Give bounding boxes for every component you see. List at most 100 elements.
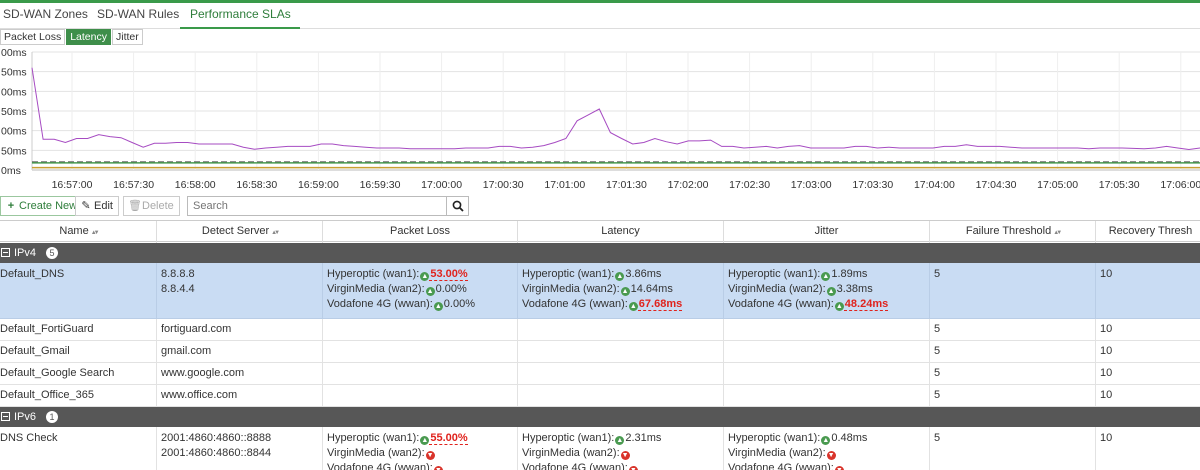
metric-toggle: Packet Loss Latency Jitter <box>0 29 144 45</box>
cell-recovery-threshold: 10 <box>1096 341 1200 362</box>
status-up-icon: ▲ <box>821 272 831 281</box>
group-row-ipv4[interactable]: IPv4 5 <box>0 243 1200 263</box>
status-up-icon: ▲ <box>420 436 430 445</box>
chart-x-tick-label: 17:04:30 <box>976 179 1017 191</box>
metric-value: 14.64ms <box>630 283 673 295</box>
interface-label: Vodafone 4G (wwan): <box>327 462 433 470</box>
interface-label: VirginMedia (wan2): <box>327 447 425 459</box>
metric-line: Hyperoptic (wan1): ▲ 53.00% <box>327 267 517 282</box>
delete-button[interactable]: 🗑Delete <box>123 196 180 216</box>
detect-server-address: 2001:4860:4860::8844 <box>161 447 272 459</box>
column-header-name[interactable]: Name ▲▼ <box>0 221 157 243</box>
column-header-packet-loss[interactable]: Packet Loss <box>323 221 518 243</box>
interface-label: Vodafone 4G (wwan): <box>522 462 628 470</box>
cell-failure-threshold: 5 <box>930 427 1096 470</box>
sort-icon[interactable]: ▲▼ <box>271 230 280 236</box>
chart-x-tick-label: 17:05:00 <box>1037 179 1078 191</box>
chart-y-tick-label: 0ms <box>1 165 21 177</box>
table-row[interactable]: Default_DNS 8.8.8.8 8.8.4.4 Hyperoptic (wan… <box>0 263 1200 319</box>
cell-latency: Hyperoptic (wan1): ▲ 3.86ms VirginMedia (wa… <box>518 263 724 318</box>
column-header-latency[interactable]: Latency <box>518 221 724 243</box>
status-up-icon: ▲ <box>821 436 831 445</box>
cell-name: Default_DNS <box>0 263 157 318</box>
edit-label: Edit <box>94 200 113 212</box>
interface-label: Hyperoptic (wan1): <box>522 268 615 280</box>
tab-sdwan-zones[interactable]: SD-WAN Zones <box>3 3 88 29</box>
search-input[interactable] <box>188 197 446 215</box>
sort-icon[interactable]: ▲▼ <box>1053 230 1062 236</box>
column-header-failure-threshold[interactable]: Failure Threshold ▲▼ <box>930 221 1096 243</box>
chart-y-tick-label: 50ms <box>1 67 27 79</box>
table-row[interactable]: Default_FortiGuard fortiguard.com 5 10 <box>0 319 1200 341</box>
tab-performance-slas[interactable]: Performance SLAs <box>180 3 300 29</box>
cell-recovery-threshold: 10 <box>1096 363 1200 384</box>
status-up-icon: ▲ <box>420 272 430 281</box>
interface-label: Hyperoptic (wan1): <box>522 432 615 444</box>
interface-label: VirginMedia (wan2): <box>522 447 620 459</box>
cell-jitter <box>724 341 930 362</box>
metric-line: Vodafone 4G (wwan): ▲ 67.68ms <box>522 297 723 312</box>
metric-jitter-button[interactable]: Jitter <box>111 29 143 45</box>
tab-sdwan-rules[interactable]: SD-WAN Rules <box>97 3 179 29</box>
metric-line: Hyperoptic (wan1): ▲ 55.00% <box>327 431 517 446</box>
cell-name: Default_FortiGuard <box>0 319 157 340</box>
sort-icon[interactable]: ▲▼ <box>91 230 100 236</box>
search-button[interactable] <box>446 197 468 215</box>
toolbar: + Create New ✎ Edit 🗑Delete <box>0 196 1200 218</box>
collapse-icon[interactable] <box>1 248 10 257</box>
metric-value: 48.24ms <box>843 298 889 311</box>
column-header-jitter[interactable]: Jitter <box>724 221 930 243</box>
metric-line: VirginMedia (wan2): ▲ 14.64ms <box>522 282 723 297</box>
metric-latency-button[interactable]: Latency <box>66 29 111 45</box>
interface-label: Vodafone 4G (wwan): <box>522 298 628 310</box>
table-row[interactable]: Default_Gmail gmail.com 5 10 <box>0 341 1200 363</box>
chart-x-tick-label: 17:03:30 <box>852 179 893 191</box>
chart-x-tick-label: 17:04:00 <box>914 179 955 191</box>
cell-recovery-threshold: 10 <box>1096 319 1200 340</box>
table-row[interactable]: Default_Office_365 www.office.com 5 10 <box>0 385 1200 407</box>
status-down-icon: ▼ <box>620 451 630 460</box>
interface-label: Hyperoptic (wan1): <box>327 268 420 280</box>
create-new-label: Create New <box>19 200 78 212</box>
column-header-recovery-threshold[interactable]: Recovery Thresh <box>1096 221 1200 243</box>
status-up-icon: ▲ <box>834 302 844 311</box>
metric-packet-loss-button[interactable]: Packet Loss <box>0 29 66 45</box>
collapse-icon[interactable] <box>1 412 10 421</box>
cell-detect-server: www.google.com <box>157 363 323 384</box>
cell-packet-loss <box>323 319 518 340</box>
interface-label: VirginMedia (wan2): <box>327 283 425 295</box>
metric-line: Hyperoptic (wan1): ▲ 2.31ms <box>522 431 723 446</box>
metric-line: Vodafone 4G (wwan):▼ <box>327 461 517 470</box>
metric-line: Hyperoptic (wan1): ▲ 0.48ms <box>728 431 929 446</box>
status-down-icon: ▼ <box>433 466 443 470</box>
cell-packet-loss <box>323 341 518 362</box>
status-down-icon: ▼ <box>826 451 836 460</box>
metric-value: 0.00% <box>443 298 475 310</box>
metric-value: 67.68ms <box>637 298 683 311</box>
group-label: IPv4 <box>14 247 37 259</box>
delete-label: Delete <box>142 200 174 212</box>
metric-line: Vodafone 4G (wwan):▼ <box>522 461 723 470</box>
chart-x-tick-label: 17:02:30 <box>729 179 770 191</box>
metric-value: 0.00% <box>435 283 467 295</box>
cell-recovery-threshold: 10 <box>1096 427 1200 470</box>
cell-detect-server: 2001:4860:4860::88882001:4860:4860::8844 <box>157 427 323 470</box>
interface-label: VirginMedia (wan2): <box>728 283 826 295</box>
cell-latency <box>518 319 724 340</box>
detect-server-address: 2001:4860:4860::8888 <box>161 432 272 444</box>
trash-icon: 🗑 <box>128 200 142 212</box>
chart-y-tick-label: 50ms <box>1 106 27 118</box>
status-up-icon: ▲ <box>425 287 435 296</box>
group-row-ipv6[interactable]: IPv6 1 <box>0 407 1200 427</box>
column-header-detect-server[interactable]: Detect Server ▲▼ <box>157 221 323 243</box>
chart-x-tick-label: 16:58:30 <box>236 179 277 191</box>
cell-failure-threshold: 5 <box>930 363 1096 384</box>
metric-line: Vodafone 4G (wwan):▼ <box>728 461 929 470</box>
table-row[interactable]: DNS Check 2001:4860:4860::8888 2001:4860:4… <box>0 427 1200 470</box>
chart-x-tick-label: 17:00:00 <box>421 179 462 191</box>
create-new-button[interactable]: + Create New <box>0 196 84 216</box>
chart-x-tick-label: 17:01:00 <box>544 179 585 191</box>
table-row[interactable]: Default_Google Search www.google.com 5 10 <box>0 363 1200 385</box>
edit-button[interactable]: ✎ Edit <box>75 196 119 216</box>
chart-x-tick-label: 16:57:00 <box>52 179 93 191</box>
